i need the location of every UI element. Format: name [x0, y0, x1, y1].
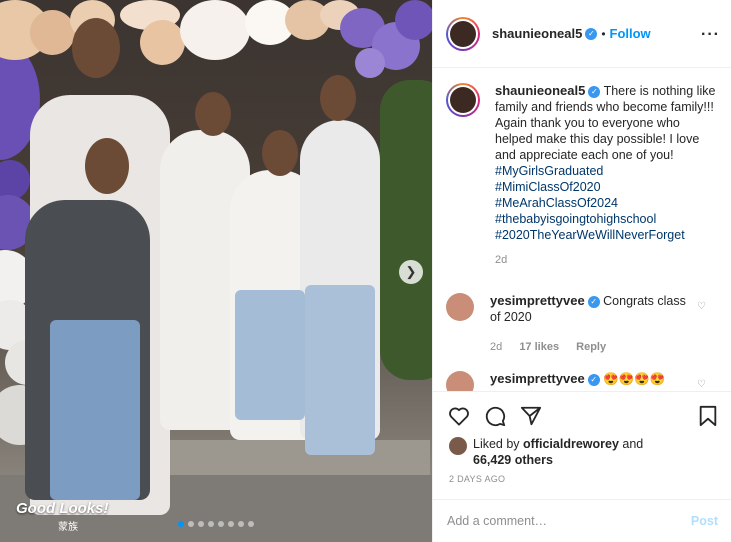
instagram-post: Good Looks! 蒙族 ❯ shaunieoneal5 ✓ • Follo… — [0, 0, 731, 542]
verified-badge-icon: ✓ — [587, 295, 600, 308]
watermark-sub: 蒙族 — [58, 522, 78, 533]
liker-username[interactable]: officialdreworey — [523, 437, 619, 451]
avatar-image — [450, 20, 476, 47]
jeans — [50, 320, 140, 500]
person-head — [195, 92, 231, 136]
hashtag[interactable]: #MyGirlsGraduated — [495, 163, 717, 179]
caption-text: shaunieoneal5 ✓ There is nothing like fam… — [495, 83, 717, 268]
carousel-dot — [248, 521, 254, 527]
share-direct-icon[interactable] — [519, 404, 543, 428]
comment-item: yesimprettyvee ✓ 😍😍😍😍 — [446, 371, 690, 391]
balloon — [30, 10, 75, 55]
author-username[interactable]: shaunieoneal5 — [492, 26, 582, 41]
hashtags: #MyGirlsGraduated #MimiClassOf2020 #MeAr… — [495, 163, 717, 243]
greenery — [380, 80, 432, 380]
likes-conj: and — [622, 437, 644, 451]
chevron-right-icon: ❯ — [405, 264, 417, 279]
carousel-dot — [238, 521, 244, 527]
caption-age: 2d — [495, 254, 508, 266]
balloon — [355, 48, 385, 78]
post-date[interactable]: 2 DAYS AGO — [449, 474, 505, 484]
liker-avatar[interactable] — [449, 437, 467, 455]
author-avatar[interactable] — [446, 16, 480, 51]
comment-input[interactable] — [447, 514, 691, 528]
balloon — [395, 0, 432, 40]
bookmark-icon[interactable] — [696, 404, 720, 428]
carousel-dot — [218, 521, 224, 527]
reply-button[interactable]: Reply — [576, 341, 606, 353]
likes-count[interactable]: 66,429 others — [473, 453, 553, 467]
post-actions: Liked by officialdreworey and 66,429 oth… — [433, 391, 731, 541]
balloon — [0, 160, 30, 200]
balloon — [140, 20, 185, 65]
separator: • — [601, 26, 606, 41]
avatar-image — [450, 87, 476, 113]
comment-text: 😍😍😍😍 — [603, 372, 666, 386]
caption-avatar[interactable] — [446, 83, 480, 117]
commenter-avatar[interactable] — [446, 371, 474, 391]
more-options-icon[interactable]: ··· — [701, 26, 720, 44]
person-head — [72, 18, 120, 78]
post-comment-button[interactable]: Post — [691, 514, 718, 528]
hashtag[interactable]: #MeArahClassOf2024 — [495, 195, 717, 211]
caption: shaunieoneal5 ✓ There is nothing like fam… — [446, 83, 717, 268]
commenter-avatar[interactable] — [446, 293, 474, 321]
caption-username[interactable]: shaunieoneal5 — [495, 83, 585, 98]
add-comment-bar: Post — [433, 499, 731, 542]
comment-age: 2d — [490, 341, 503, 353]
person-head — [262, 130, 298, 176]
post-side-panel: shaunieoneal5 ✓ • Follow ··· shaunieonea… — [432, 0, 731, 542]
hashtag[interactable]: #thebabyisgoingtohighschool — [495, 211, 717, 227]
comment-like-heart-icon[interactable]: ♡ — [697, 379, 706, 390]
carousel-dot — [178, 521, 184, 527]
jeans — [305, 285, 375, 455]
carousel-dot — [228, 521, 234, 527]
jeans — [235, 290, 305, 420]
post-header: shaunieoneal5 ✓ • Follow ··· — [433, 0, 731, 68]
commenter-username[interactable]: yesimprettyvee — [490, 293, 585, 308]
person-head — [320, 75, 356, 121]
like-heart-icon[interactable] — [447, 404, 471, 428]
hashtag[interactable]: #MimiClassOf2020 — [495, 179, 717, 195]
follow-button[interactable]: Follow — [610, 26, 651, 41]
watermark: Good Looks! — [16, 500, 109, 517]
carousel-dot — [208, 521, 214, 527]
person-head — [85, 138, 129, 194]
verified-badge-icon: ✓ — [587, 373, 600, 386]
steps — [130, 440, 430, 480]
likes-prefix: Liked by — [473, 437, 520, 451]
balloon — [180, 0, 250, 60]
comment-item: yesimprettyvee ✓ Congrats class of 2020 2… — [446, 293, 690, 355]
verified-badge-icon: ✓ — [588, 85, 601, 98]
comment-like-heart-icon[interactable]: ♡ — [697, 301, 706, 312]
carousel-dots — [178, 521, 254, 527]
carousel-dot — [188, 521, 194, 527]
commenter-username[interactable]: yesimprettyvee — [490, 371, 585, 386]
hashtag[interactable]: #2020TheYearWeWillNeverForget — [495, 227, 717, 243]
carousel-dot — [198, 521, 204, 527]
verified-badge-icon: ✓ — [585, 27, 598, 40]
likes-summary: Liked by officialdreworey and 66,429 oth… — [449, 436, 643, 468]
comment-icon[interactable] — [483, 404, 507, 428]
comments-list[interactable]: shaunieoneal5 ✓ There is nothing like fam… — [433, 69, 731, 391]
comment-likes[interactable]: 17 likes — [519, 341, 559, 353]
post-photo[interactable]: Good Looks! 蒙族 ❯ — [0, 0, 432, 542]
next-photo-button[interactable]: ❯ — [399, 260, 423, 284]
action-icons — [447, 404, 543, 428]
